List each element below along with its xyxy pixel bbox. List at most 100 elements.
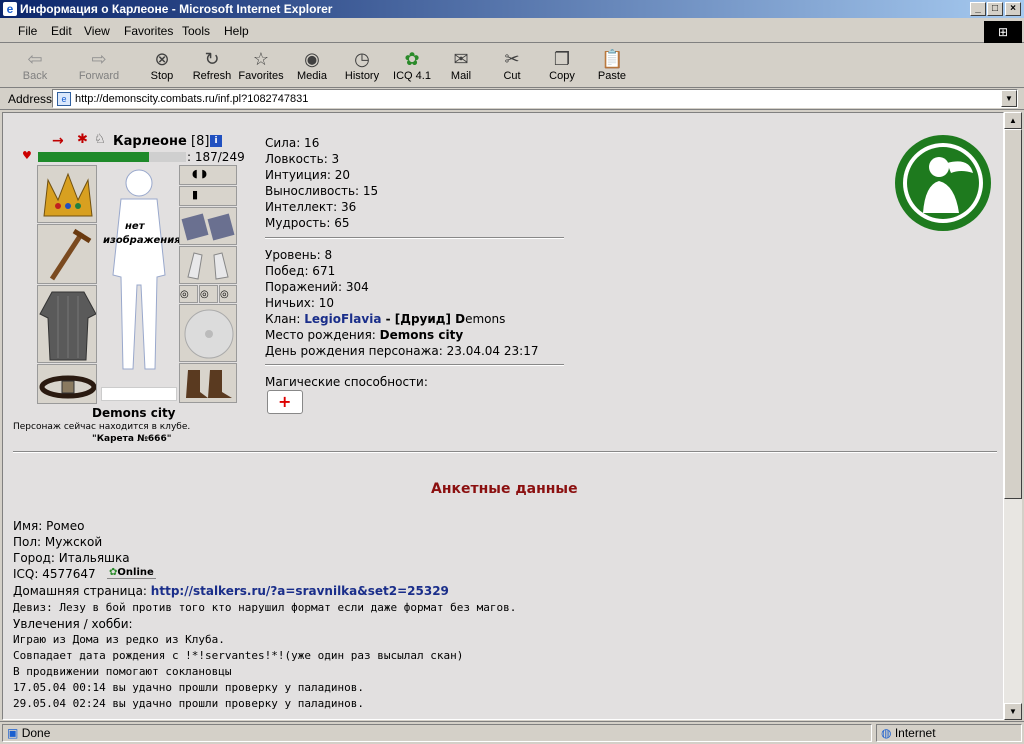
address-dropdown-button[interactable]: ▼	[1001, 90, 1017, 107]
back-arrow-icon: ⇦	[27, 49, 43, 69]
record-level: Уровень: 8	[265, 248, 333, 262]
scissors-icon: ✂	[504, 49, 520, 69]
healing-scroll-icon[interactable]: +	[267, 390, 303, 414]
belt-slot[interactable]	[37, 364, 97, 404]
scroll-up-button[interactable]: ▲	[1004, 112, 1022, 129]
weapon-slot[interactable]	[37, 224, 97, 284]
location-note: Персонаж сейчас находится в клубе.	[13, 422, 191, 432]
history-button[interactable]: ◷ History	[339, 46, 385, 86]
divider	[265, 237, 564, 239]
paste-button[interactable]: 📋 Paste	[589, 46, 635, 86]
stat-agility: Ловкость: 3	[265, 152, 340, 166]
profile-hobbies-label: Увлечения / хобби:	[13, 617, 133, 631]
maximize-button[interactable]: □	[987, 2, 1003, 16]
stop-button[interactable]: ⊗ Stop	[139, 46, 185, 86]
no-image-text-1: нет	[125, 221, 145, 232]
record-clan: Клан: LegioFlavia - [Друид] Demons	[265, 312, 506, 326]
hp-bar	[38, 152, 186, 162]
hobby-line: 17.05.04 00:14 вы удачно прошли проверку…	[13, 681, 364, 694]
menu-file[interactable]: File	[18, 24, 37, 38]
clan-link[interactable]: LegioFlavia	[304, 312, 381, 326]
hobby-line: В продвижении помогают соклановцы	[13, 665, 232, 678]
address-box: e ▼	[52, 89, 1018, 108]
media-button[interactable]: ◉ Media	[289, 46, 335, 86]
stat-wisdom: Мудрость: 65	[265, 216, 350, 230]
pocket-slots[interactable]	[101, 387, 177, 401]
homepage-link[interactable]: http://stalkers.ru/?a=sravnilka&set2=253…	[151, 584, 449, 598]
history-icon: ◷	[354, 49, 370, 69]
character-name: Карлеоне	[113, 134, 187, 149]
alignment-icon: ✱	[77, 132, 88, 147]
window-title: Информация о Карлеоне - Microsoft Intern…	[20, 2, 333, 16]
ie-logo-icon: e	[3, 2, 17, 16]
close-button[interactable]: ×	[1005, 2, 1021, 16]
forward-button[interactable]: ⇨ Forward	[76, 46, 122, 86]
crutch-icon	[49, 228, 92, 281]
body-silhouette-icon	[112, 169, 166, 370]
amulet-slot[interactable]: ▮	[179, 186, 237, 206]
favorites-button[interactable]: ☆ Favorites	[238, 46, 284, 86]
cut-button[interactable]: ✂ Cut	[489, 46, 535, 86]
profile-homepage: Домашняя страница: http://stalkers.ru/?a…	[13, 584, 449, 598]
menu-help[interactable]: Help	[224, 24, 249, 38]
info-icon[interactable]: i	[210, 135, 222, 147]
copy-icon: ❐	[553, 49, 571, 69]
earrings-slot[interactable]: ◖ ◗	[179, 165, 237, 185]
menu-favorites[interactable]: Favorites	[124, 24, 173, 38]
clan-emblem-icon	[893, 133, 993, 233]
ring-slot-2[interactable]: ◎	[199, 285, 218, 303]
menu-edit[interactable]: Edit	[51, 24, 72, 38]
profile-motto: Девиз: Лезу в бой против того кто наруши…	[13, 601, 517, 614]
belt-icon	[39, 375, 96, 399]
address-input[interactable]	[75, 91, 995, 106]
paste-icon: 📋	[601, 49, 624, 69]
icq-flower-icon: ✿	[404, 49, 420, 69]
hp-bar-fill	[38, 152, 149, 162]
status-text-pane: ▣ Done	[2, 724, 872, 742]
record-birthday: День рождения персонажа: 23.04.04 23:17	[265, 344, 539, 358]
stop-icon: ⊗	[154, 49, 170, 69]
scroll-thumb[interactable]	[1004, 129, 1022, 499]
window-titlebar: e Информация о Карлеоне - Microsoft Inte…	[0, 0, 1024, 18]
no-image-text-2: изображения	[103, 235, 181, 246]
location-place: "Карета №666"	[92, 434, 172, 444]
armor-slot[interactable]	[37, 285, 97, 363]
back-button[interactable]: ⇦ Back	[12, 46, 58, 86]
stat-endurance: Выносливость: 15	[265, 184, 379, 198]
ring-slot-3[interactable]: ◎	[219, 285, 237, 303]
refresh-button[interactable]: ↻ Refresh	[189, 46, 235, 86]
gloves-slot[interactable]	[179, 207, 237, 245]
city-name: Demons city	[92, 406, 176, 420]
vertical-scrollbar[interactable]: ▲ ▼	[1004, 112, 1022, 720]
ring-slot-1[interactable]: ◎	[179, 285, 198, 303]
done-page-icon: ▣	[7, 726, 19, 740]
amulet-icon: ▮	[192, 188, 199, 201]
record-draws: Ничьих: 10	[265, 296, 335, 310]
boots-icon	[186, 370, 232, 398]
bracers-slot[interactable]	[179, 246, 237, 284]
menu-view[interactable]: View	[84, 24, 110, 38]
heart-icon: ♥	[22, 149, 32, 162]
minimize-button[interactable]: _	[970, 2, 986, 16]
helmet-slot[interactable]	[37, 165, 97, 223]
boots-slot[interactable]	[179, 363, 237, 403]
record-wins: Побед: 671	[265, 264, 336, 278]
zone-pane: ◍ Internet	[876, 724, 1022, 742]
scroll-down-button[interactable]: ▼	[1004, 703, 1022, 720]
arrow-icon[interactable]: →	[52, 133, 64, 149]
stat-strength: Сила: 16	[265, 136, 320, 150]
ring-icon: ◎	[180, 289, 189, 300]
menu-tools[interactable]: Tools	[182, 24, 210, 38]
favorites-star-icon: ☆	[252, 49, 270, 69]
mail-button[interactable]: ✉ Mail	[438, 46, 484, 86]
icq-button[interactable]: ✿ ICQ 4.1	[389, 46, 435, 86]
forward-arrow-icon: ⇨	[91, 49, 107, 69]
ring-icon: ◎	[220, 289, 229, 300]
hp-value: : 187/249	[187, 150, 245, 164]
icq-status-badge[interactable]: ✿Online	[107, 567, 156, 579]
copy-button[interactable]: ❐ Copy	[539, 46, 585, 86]
crown-icon	[43, 172, 93, 217]
refresh-icon: ↻	[204, 49, 220, 69]
shield-slot[interactable]	[179, 304, 237, 362]
profile-name: Имя: Ромео	[13, 519, 85, 533]
